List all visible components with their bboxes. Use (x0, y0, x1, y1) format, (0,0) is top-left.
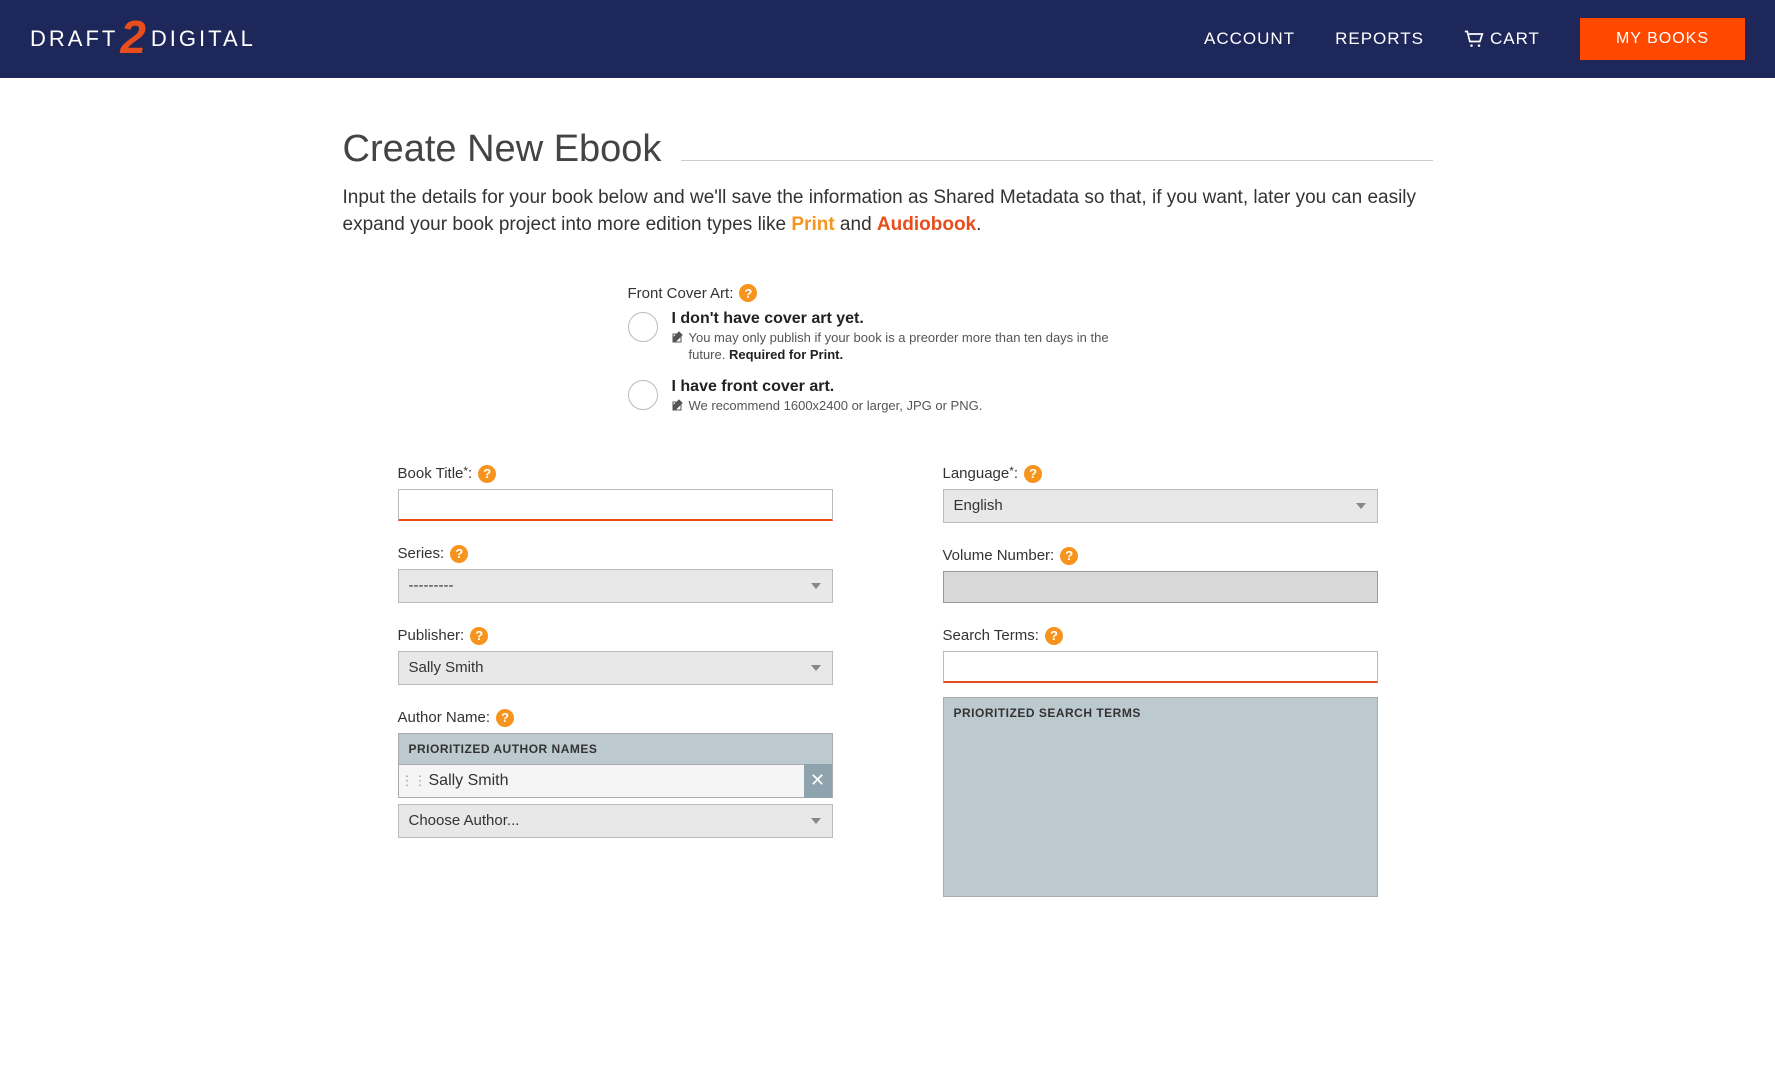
search-terms-priority-header: PRIORITIZED SEARCH TERMS (944, 698, 1377, 728)
author-label-text: Author Name: (398, 709, 491, 726)
nav-cart[interactable]: CART (1464, 29, 1540, 49)
help-icon[interactable]: ? (478, 465, 496, 483)
cover-art-section: Front Cover Art: ? I don't have cover ar… (628, 284, 1148, 415)
remove-author-button[interactable]: ✕ (804, 764, 832, 798)
radio-have-cover-note: We recommend 1600x2400 or larger, JPG or… (672, 398, 1148, 415)
help-icon[interactable]: ? (1045, 627, 1063, 645)
radio-no-cover-note: You may only publish if your book is a p… (672, 330, 1148, 364)
help-icon[interactable]: ? (1024, 465, 1042, 483)
cover-option-have-art: I have front cover art. We recommend 160… (628, 378, 1148, 415)
logo[interactable]: DRAFT 2 DIGITAL (30, 12, 256, 66)
language-select[interactable]: English (943, 489, 1378, 523)
radio-have-cover-content: I have front cover art. We recommend 160… (672, 378, 1148, 415)
radio-no-cover-content: I don't have cover art yet. You may only… (672, 310, 1148, 364)
radio-no-cover-title: I don't have cover art yet. (672, 310, 1148, 328)
field-publisher: Publisher: ? Sally Smith (398, 627, 833, 685)
publisher-label: Publisher: ? (398, 627, 833, 645)
search-terms-label-text: Search Terms: (943, 627, 1039, 644)
search-terms-input[interactable] (943, 651, 1378, 683)
radio-have-cover[interactable] (628, 380, 658, 410)
cart-icon (1464, 30, 1484, 48)
subtitle-print: Print (791, 214, 834, 235)
volume-label: Volume Number: ? (943, 547, 1378, 565)
choose-author-wrap: Choose Author... (398, 804, 833, 838)
book-title-label: Book Title*: ? (398, 465, 833, 483)
nav-reports[interactable]: REPORTS (1335, 29, 1424, 49)
opt1-note-strong: Required for Print. (729, 347, 843, 362)
publisher-select-wrap: Sally Smith (398, 651, 833, 685)
nav: ACCOUNT REPORTS CART MY BOOKS (1204, 18, 1745, 60)
field-search-terms: Search Terms: ? PRIORITIZED SEARCH TERMS (943, 627, 1378, 897)
cover-label-text: Front Cover Art: (628, 285, 734, 302)
logo-two-icon: 2 (120, 10, 149, 64)
my-books-button[interactable]: MY BOOKS (1580, 18, 1745, 60)
publisher-label-text: Publisher: (398, 627, 465, 644)
series-label-text: Series: (398, 545, 445, 562)
author-priority-name: Sally Smith (423, 772, 804, 790)
nav-account[interactable]: ACCOUNT (1204, 29, 1295, 49)
help-icon[interactable]: ? (739, 284, 757, 302)
radio-no-cover[interactable] (628, 312, 658, 342)
edit-icon (672, 399, 684, 411)
title-rule (681, 160, 1432, 161)
language-select-wrap: English (943, 489, 1378, 523)
form-columns: Book Title*: ? Series: ? --------- (398, 465, 1378, 921)
series-select[interactable]: --------- (398, 569, 833, 603)
close-icon: ✕ (810, 770, 825, 791)
help-icon[interactable]: ? (1060, 547, 1078, 565)
field-book-title: Book Title*: ? (398, 465, 833, 521)
radio-have-cover-title: I have front cover art. (672, 378, 1148, 396)
field-language: Language*: ? English (943, 465, 1378, 523)
page-title: Create New Ebook (343, 128, 662, 171)
field-series: Series: ? --------- (398, 545, 833, 603)
book-title-input[interactable] (398, 489, 833, 521)
volume-label-text: Volume Number: (943, 547, 1055, 564)
help-icon[interactable]: ? (470, 627, 488, 645)
logo-text-left: DRAFT (30, 26, 118, 52)
help-icon[interactable]: ? (496, 709, 514, 727)
field-author: Author Name: ? PRIORITIZED AUTHOR NAMES … (398, 709, 833, 838)
page-subtitle: Input the details for your book below an… (343, 185, 1433, 238)
logo-text-right: DIGITAL (151, 26, 256, 52)
search-terms-label: Search Terms: ? (943, 627, 1378, 645)
field-volume: Volume Number: ? (943, 547, 1378, 603)
main-container: Create New Ebook Input the details for y… (323, 78, 1453, 971)
search-terms-priority-box: PRIORITIZED SEARCH TERMS (943, 697, 1378, 897)
publisher-select[interactable]: Sally Smith (398, 651, 833, 685)
book-title-label-text: Book Title (398, 465, 464, 482)
choose-author-select[interactable]: Choose Author... (398, 804, 833, 838)
header: DRAFT 2 DIGITAL ACCOUNT REPORTS CART MY … (0, 0, 1775, 78)
cover-art-label: Front Cover Art: ? (628, 284, 1148, 302)
help-icon[interactable]: ? (450, 545, 468, 563)
cover-option-no-art: I don't have cover art yet. You may only… (628, 310, 1148, 364)
subtitle-audio: Audiobook (877, 214, 976, 235)
radio-no-cover-note-text: You may only publish if your book is a p… (689, 330, 1148, 364)
right-column: Language*: ? English Volume Number: ? (943, 465, 1378, 921)
subtitle-period: . (976, 214, 981, 235)
left-column: Book Title*: ? Series: ? --------- (398, 465, 833, 921)
nav-cart-label: CART (1490, 29, 1540, 49)
author-priority-item: ⋮⋮ Sally Smith ✕ (398, 764, 833, 798)
language-label: Language*: ? (943, 465, 1378, 483)
opt2-note-text: We recommend 1600x2400 or larger, JPG or… (689, 398, 983, 415)
author-priority-header: PRIORITIZED AUTHOR NAMES (398, 733, 833, 764)
edit-icon (672, 331, 684, 343)
series-label: Series: ? (398, 545, 833, 563)
series-select-wrap: --------- (398, 569, 833, 603)
language-label-text: Language (943, 465, 1010, 482)
subtitle-and: and (835, 214, 877, 235)
page-title-row: Create New Ebook (343, 128, 1433, 171)
volume-input (943, 571, 1378, 603)
author-label: Author Name: ? (398, 709, 833, 727)
required-asterisk: * (463, 464, 468, 478)
drag-handle-icon[interactable]: ⋮⋮ (399, 773, 423, 789)
required-asterisk: * (1009, 464, 1014, 478)
